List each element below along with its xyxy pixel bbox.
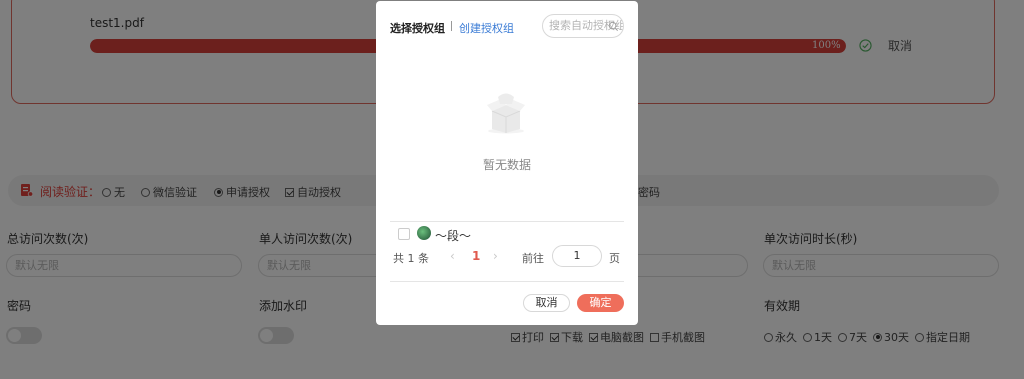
- auth-group-dialog: 选择授权组 创建授权组 搜索自动授权组 暂无数据 ～段～ 共 1 条 ‹ 1 ›…: [376, 1, 638, 325]
- pagination-goto-label: 前往: [522, 252, 544, 265]
- pagination-page-suffix: 页: [609, 252, 620, 265]
- empty-state-text: 暂无数据: [482, 158, 531, 172]
- confirm-button[interactable]: 确定: [577, 294, 624, 312]
- pagination-page-number[interactable]: 1: [472, 249, 480, 263]
- divider: [390, 281, 624, 282]
- cancel-button[interactable]: 取消: [523, 294, 570, 312]
- pagination-goto-input[interactable]: 1: [552, 245, 602, 267]
- pagination-prev-icon[interactable]: ‹: [450, 249, 455, 263]
- dialog-title: 选择授权组: [390, 22, 445, 35]
- pagination-total: 共 1 条: [393, 252, 429, 265]
- user-name: ～段～: [435, 229, 472, 243]
- divider: [390, 221, 624, 222]
- user-checkbox[interactable]: [398, 228, 410, 240]
- title-divider: [451, 21, 452, 31]
- pagination-next-icon[interactable]: ›: [493, 249, 498, 263]
- search-icon[interactable]: [608, 21, 619, 32]
- avatar: [417, 226, 431, 240]
- empty-box-icon: [487, 93, 525, 134]
- create-auth-group-link[interactable]: 创建授权组: [459, 20, 514, 36]
